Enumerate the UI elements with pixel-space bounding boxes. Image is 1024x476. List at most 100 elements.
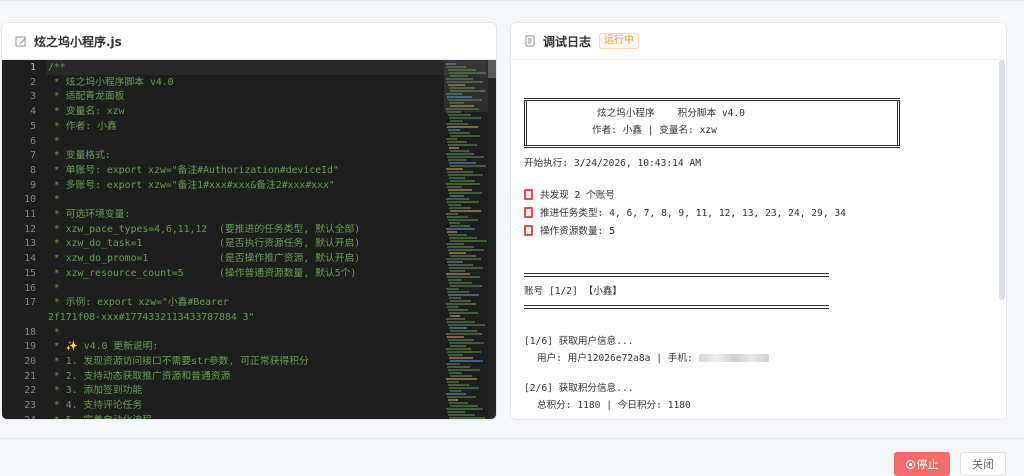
minimap-line <box>446 153 474 155</box>
minimap-line <box>449 417 485 419</box>
minimap-line <box>446 258 481 260</box>
minimap-line <box>449 297 461 299</box>
minimap-line <box>446 228 475 230</box>
minimap-line <box>449 357 473 359</box>
minimap-line <box>450 255 476 257</box>
minimap-line <box>446 138 457 140</box>
code-editor[interactable]: 123456789101112131415161718192021222324 … <box>2 60 496 419</box>
status-badge: 运行中 <box>599 33 640 49</box>
line-number: 20 <box>24 356 36 367</box>
minimap-line <box>448 174 483 176</box>
line-number: 2 <box>30 76 36 88</box>
minimap-line <box>447 261 463 263</box>
log-output[interactable]: 炫之坞小程序 积分脚本 v4.0 作者: 小鑫 | 变量名: xzw 开始执行:… <box>511 60 1006 419</box>
line-number: 11 <box>24 209 36 220</box>
editor-scrollbar-thumb[interactable] <box>488 60 496 78</box>
code-line: /** <box>48 62 66 73</box>
minimap-line <box>449 267 483 269</box>
log-header: 调试日志 运行中 <box>511 23 1006 60</box>
editor-filename: 炫之坞小程序.js <box>34 34 122 49</box>
minimap-line <box>450 165 486 167</box>
minimap-line <box>449 402 468 404</box>
line-number: 9 <box>30 179 36 191</box>
line-number: 19 <box>24 341 36 353</box>
minimap-line <box>447 306 458 308</box>
code-line: * <box>48 135 60 147</box>
minimap-line <box>448 159 466 161</box>
line-number: 6 <box>30 135 36 147</box>
line-number: 15 <box>24 267 36 279</box>
minimap-line <box>447 351 481 353</box>
code-line: * ✨ v4.0 更新说明: <box>48 341 159 353</box>
minimap-line <box>449 327 467 329</box>
minimap-line <box>449 372 462 374</box>
line-number: 12 <box>24 223 36 235</box>
minimap-line <box>448 414 475 416</box>
close-button[interactable]: 关闭 <box>960 452 1006 476</box>
line-number: 21 <box>24 370 36 382</box>
minimap-line <box>450 300 471 302</box>
minimap-line <box>448 339 474 341</box>
line-number: 10 <box>24 194 36 206</box>
minimap-line <box>447 396 476 398</box>
minimap-line <box>450 285 482 287</box>
log-scrollbar[interactable] <box>999 60 1005 419</box>
minimap-line <box>446 408 483 410</box>
minimap-line <box>446 213 458 215</box>
minimap-line <box>447 186 462 188</box>
code-line: * xzw_do_task=1 (是否执行资源任务, 默认开启) <box>48 238 361 250</box>
minimap-line <box>450 240 487 242</box>
code-line: * 2. 支持动态获取推广资源和普通资源 <box>48 370 231 382</box>
minimap-line <box>446 378 477 380</box>
minimap-line <box>448 399 458 401</box>
separator <box>524 273 829 277</box>
line-number: 5 <box>30 120 36 132</box>
code-editor-panel: 炫之坞小程序.js 1 2 3 4 5 6 7 8 9 10 11 12 13 14 15 16 17 18 19 2… <box>1 22 497 420</box>
minimap-line <box>449 207 471 209</box>
minimap-line <box>449 132 470 134</box>
minimap-line <box>448 354 463 356</box>
stop-icon <box>905 459 915 469</box>
line-number: 17 <box>24 297 36 309</box>
minimap-line <box>447 381 459 383</box>
minimap-line <box>450 195 464 197</box>
minimap-line <box>447 366 470 368</box>
line-number: 18 <box>24 326 36 338</box>
minimap-line <box>447 291 469 293</box>
minimap-line <box>446 243 464 245</box>
minimap-line <box>449 222 460 224</box>
minimap[interactable] <box>444 60 488 419</box>
code-line: * 4. 支持评论任务 <box>48 400 143 412</box>
code-line: * 适配青龙面板 <box>48 91 125 103</box>
line-number: 23 <box>24 400 36 412</box>
banner-box <box>524 98 900 148</box>
user-info: 用户: 用户12026e72a8a | 手机: <box>537 353 769 365</box>
line-number-gutter: 123456789101112131415161718192021222324 <box>2 60 46 419</box>
line-number: 4 <box>30 106 36 118</box>
start-time: 开始执行: 3/24/2026, 10:43:14 AM <box>524 158 701 169</box>
minimap-line <box>449 177 465 179</box>
minimap-line <box>450 405 478 407</box>
masked-phone <box>698 354 769 362</box>
points-info: 总积分: 1180 | 今日积分: 1180 <box>537 400 691 411</box>
editor-scrollbar[interactable] <box>488 60 496 419</box>
line-number: 7 <box>30 150 36 162</box>
user-info-text: 用户: 用户12026e72a8a | 手机: <box>537 353 699 364</box>
minimap-slider[interactable] <box>444 60 488 112</box>
code-line: * 多账号: export xzw="备注1#xxx#xxx&备注2#xxx#x… <box>48 179 335 191</box>
stop-button[interactable]: 停止 <box>894 452 950 476</box>
clipboard-icon <box>524 225 533 236</box>
minimap-line <box>450 270 465 272</box>
code-content[interactable]: /** * 炫之坞小程序脚本 v4.0 * 适配青龙面板 * 变量名: xzw … <box>48 60 438 419</box>
editor-header: 炫之坞小程序.js <box>2 23 496 60</box>
minimap-line <box>446 333 482 335</box>
minimap-line <box>446 273 470 275</box>
minimap-line <box>449 312 478 314</box>
account-header: 账号 [1/2] 【小鑫】 <box>524 286 622 297</box>
minimap-line <box>448 219 478 221</box>
minimap-line <box>447 141 467 143</box>
log-scrollbar-thumb[interactable] <box>999 60 1005 300</box>
minimap-line <box>447 126 478 128</box>
minimap-line <box>449 282 472 284</box>
minimap-line <box>449 147 459 149</box>
